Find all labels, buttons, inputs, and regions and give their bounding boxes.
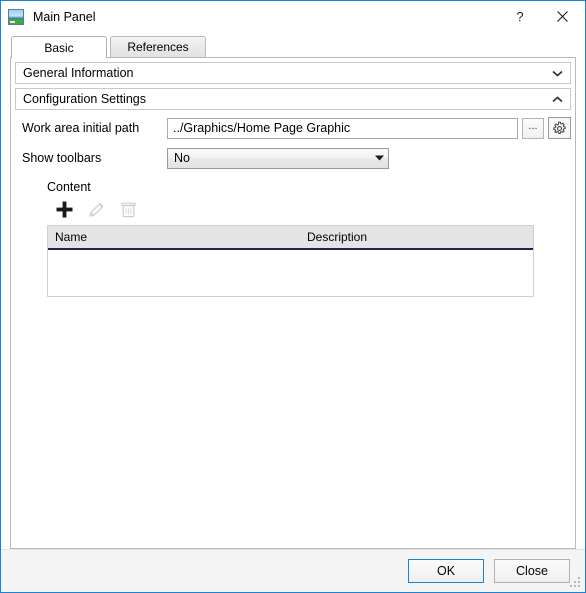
ok-button[interactable]: OK bbox=[408, 559, 484, 583]
title-bar: Main Panel ? bbox=[1, 1, 585, 32]
gear-icon bbox=[553, 121, 566, 134]
close-icon bbox=[557, 11, 568, 22]
window-controls: ? bbox=[500, 1, 585, 32]
work-area-path-input[interactable] bbox=[167, 117, 518, 139]
app-icon bbox=[8, 8, 24, 25]
content-group: Content Name Description bbox=[47, 180, 571, 297]
edit-pencil-icon bbox=[85, 198, 107, 220]
chevron-down-icon bbox=[370, 155, 388, 161]
main-panel-window: Main Panel ? Basic References General In… bbox=[0, 0, 586, 593]
tab-strip: Basic References bbox=[11, 35, 585, 58]
tab-panel-basic: General Information Configuration Settin… bbox=[10, 57, 576, 549]
configuration-settings-body: Work area initial path ... Show toolbars… bbox=[11, 116, 575, 297]
work-area-path-label: Work area initial path bbox=[22, 121, 140, 135]
resize-grip[interactable] bbox=[569, 576, 582, 589]
show-toolbars-label: Show toolbars bbox=[22, 151, 102, 165]
section-label-configuration-settings: Configuration Settings bbox=[23, 92, 146, 106]
close-button[interactable]: Close bbox=[494, 559, 570, 583]
path-settings-button[interactable] bbox=[548, 117, 571, 139]
table-header-row: Name Description bbox=[48, 226, 533, 250]
section-header-configuration-settings[interactable]: Configuration Settings bbox=[15, 88, 571, 110]
close-window-button[interactable] bbox=[540, 1, 585, 32]
help-button[interactable]: ? bbox=[500, 1, 540, 32]
tab-basic[interactable]: Basic bbox=[11, 36, 107, 58]
work-area-path-row: Work area initial path ... bbox=[15, 116, 571, 140]
content-toolbar bbox=[47, 196, 571, 222]
show-toolbars-select[interactable]: No bbox=[167, 147, 389, 169]
content-title: Content bbox=[47, 180, 91, 194]
delete-trash-icon bbox=[117, 198, 139, 220]
column-header-description[interactable]: Description bbox=[300, 230, 367, 244]
dialog-footer: OK Close bbox=[1, 549, 585, 592]
add-icon[interactable] bbox=[53, 198, 75, 220]
show-toolbars-row: Show toolbars No bbox=[15, 146, 571, 170]
chevron-down-icon bbox=[550, 70, 564, 77]
window-title: Main Panel bbox=[33, 9, 96, 24]
show-toolbars-value: No bbox=[174, 151, 190, 165]
tab-references[interactable]: References bbox=[110, 36, 206, 57]
tab-references-label: References bbox=[127, 40, 189, 54]
section-label-general-information: General Information bbox=[23, 66, 134, 80]
tab-basic-label: Basic bbox=[44, 40, 74, 55]
chevron-up-icon bbox=[550, 95, 564, 103]
table-body-empty[interactable] bbox=[48, 250, 533, 296]
section-header-general-information[interactable]: General Information bbox=[15, 62, 571, 84]
column-header-name[interactable]: Name bbox=[48, 230, 300, 244]
content-table: Name Description bbox=[47, 225, 534, 297]
browse-button[interactable]: ... bbox=[522, 117, 544, 139]
